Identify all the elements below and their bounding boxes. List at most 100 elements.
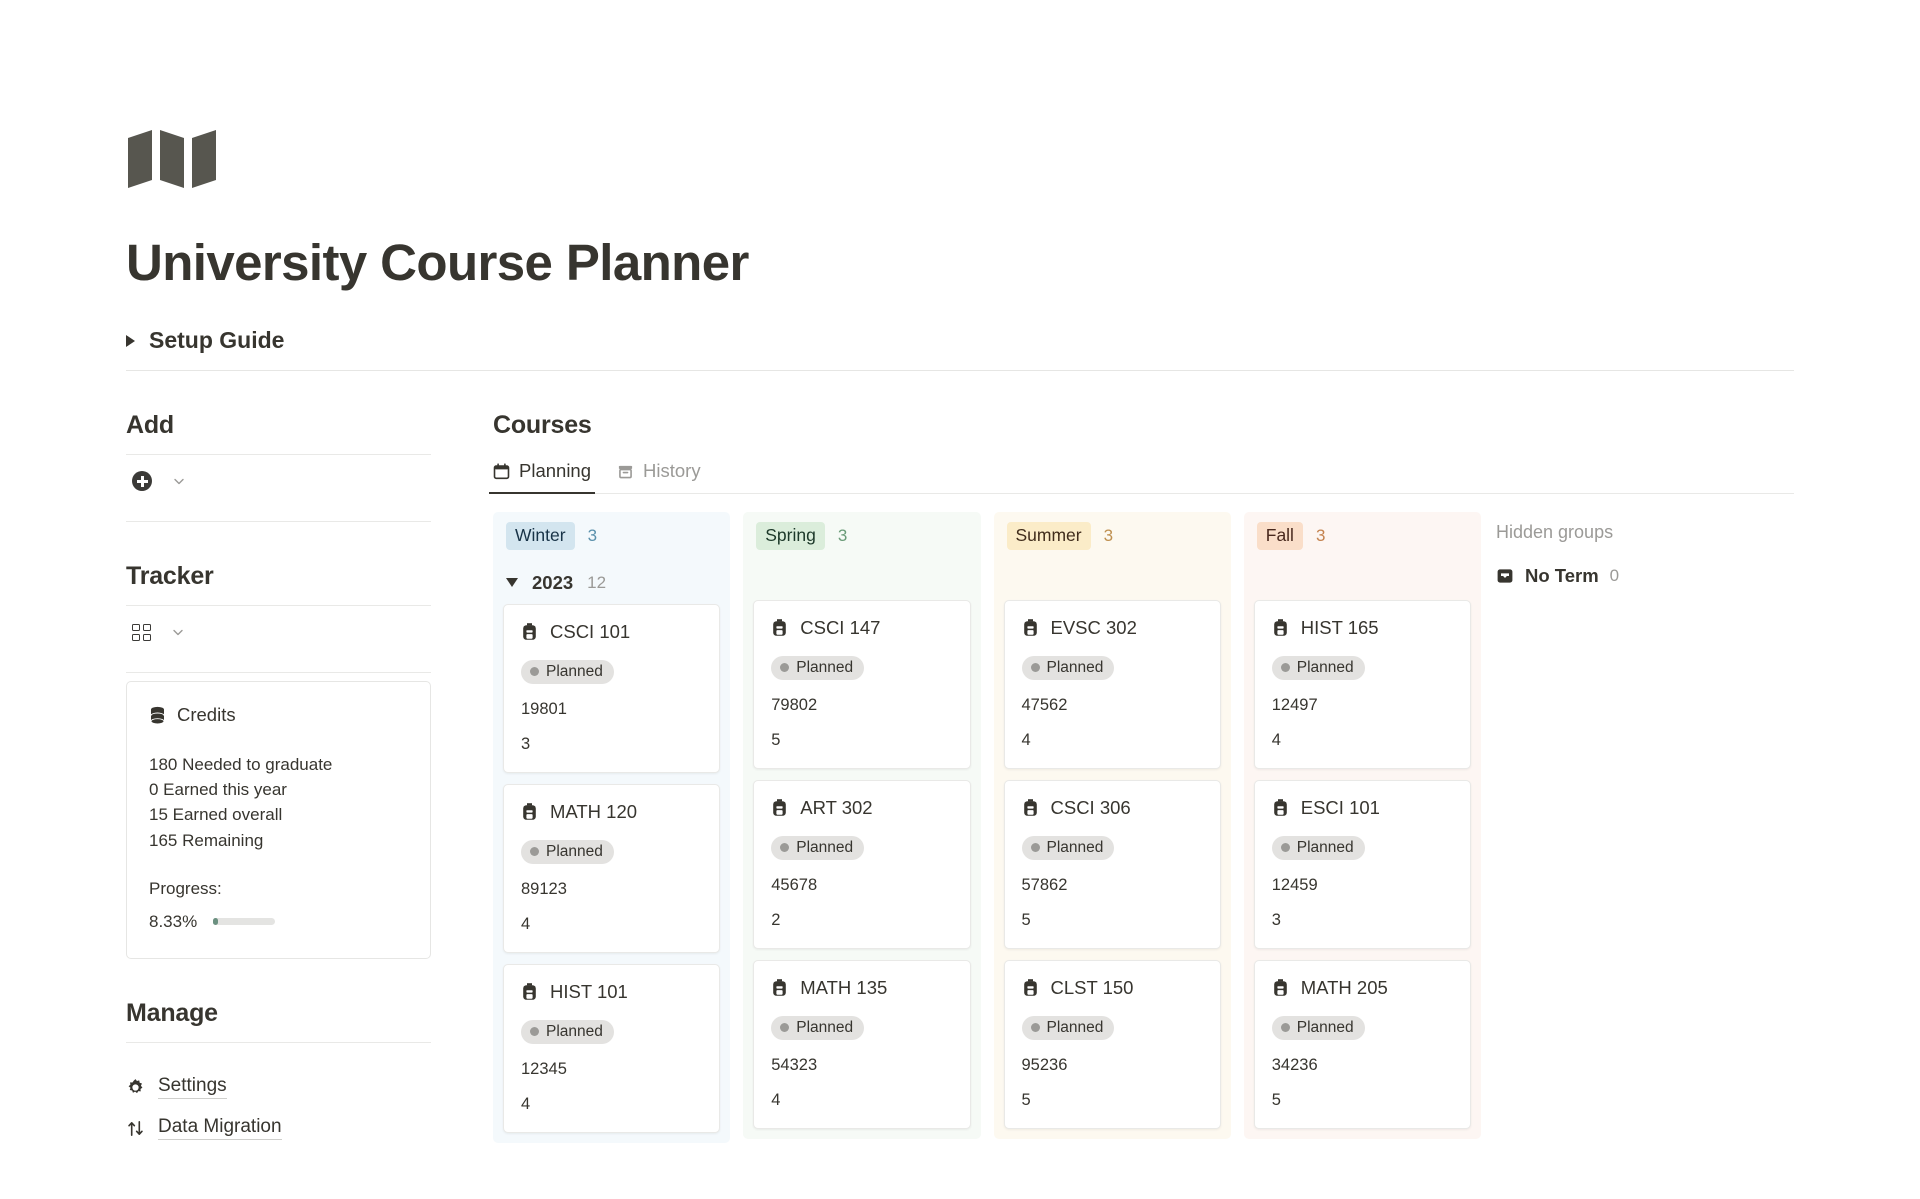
- column-cards: HIST 165 Planned 12497 4 ESCI 101 Planne…: [1244, 599, 1481, 1139]
- group-row-year[interactable]: 2023 12: [493, 560, 730, 604]
- course-card[interactable]: EVSC 302 Planned 47562 4: [1003, 599, 1221, 769]
- status-dot-icon: [1280, 663, 1290, 673]
- course-card-title: CSCI 147: [800, 616, 881, 638]
- tab-planning-label: Planning: [519, 460, 592, 482]
- course-card-title: MATH 205: [1300, 976, 1388, 998]
- status-badge-label: Planned: [1046, 658, 1104, 676]
- backpack-icon: [1023, 979, 1037, 997]
- course-card[interactable]: CSCI 101 Planned 19801 3: [503, 603, 721, 773]
- manage-item-settings[interactable]: Settings: [126, 1067, 431, 1108]
- column-count: 3: [1103, 525, 1114, 545]
- board-column-fall: Fall 3 HIST 165 Planned 12497 4 ESCI 101 …: [1243, 512, 1481, 1139]
- course-card-header: ART 302: [771, 797, 952, 819]
- triangle-right-icon[interactable]: [126, 334, 135, 347]
- credits-summary: 180 Needed to graduate 0 Earned this yea…: [149, 752, 408, 853]
- course-card[interactable]: ESCI 101 Planned 12459 3: [1253, 779, 1471, 949]
- course-card[interactable]: MATH 205 Planned 34236 5: [1253, 959, 1471, 1129]
- course-card[interactable]: MATH 120 Planned 89123 4: [503, 783, 721, 953]
- column-header[interactable]: Winter 3: [493, 512, 730, 560]
- manage-item-label: Settings: [158, 1075, 227, 1100]
- progress-row: 8.33%: [149, 912, 408, 932]
- credits-line: 180 Needed to graduate: [149, 755, 333, 775]
- column-count: 3: [587, 525, 598, 545]
- course-card[interactable]: HIST 101 Planned 12345 4: [503, 963, 721, 1133]
- status-badge-label: Planned: [546, 662, 603, 680]
- course-code: 79802: [771, 695, 818, 714]
- tracker-bottom-divider: [126, 672, 431, 674]
- course-code: 95236: [1021, 1055, 1068, 1074]
- course-code: 12497: [1271, 695, 1318, 714]
- status-badge: Planned: [1021, 835, 1115, 860]
- plus-circle-icon[interactable]: [132, 471, 152, 492]
- manage-section-divider: [126, 1041, 431, 1043]
- credits-card-title: Credits: [177, 704, 236, 726]
- courses-title: Courses: [493, 411, 592, 440]
- group-row-spacer: [1244, 560, 1481, 600]
- board-column-summer: Summer 3 EVSC 302 Planned 47562 4 CSCI 30…: [993, 512, 1231, 1139]
- tab-planning[interactable]: Planning: [488, 460, 596, 495]
- course-code: 34236: [1271, 1055, 1318, 1074]
- setup-guide-toggle[interactable]: Setup Guide: [126, 327, 1794, 370]
- view-tabs: Planning History: [488, 460, 1794, 495]
- credits-line: 0 Earned this year: [149, 780, 287, 800]
- course-code: 89123: [521, 879, 567, 898]
- inbox-icon: [1497, 569, 1513, 583]
- group-count: 12: [587, 572, 607, 592]
- course-card-header: CSCI 101: [521, 621, 702, 643]
- add-controls: [126, 455, 431, 507]
- column-cards: CSCI 147 Planned 79802 5 ART 302 Planned…: [743, 599, 980, 1139]
- column-count: 3: [837, 525, 848, 545]
- status-dot-icon: [1030, 1023, 1040, 1033]
- sidebar-section-add: Add: [126, 411, 431, 523]
- course-card-title: HIST 165: [1300, 616, 1379, 638]
- course-card[interactable]: HIST 165 Planned 12497 4: [1253, 599, 1471, 769]
- main-content: Courses Planning History Winter 3 2023 1…: [488, 411, 1794, 1149]
- course-card[interactable]: MATH 135 Planned 54323 4: [753, 959, 971, 1129]
- triangle-down-icon[interactable]: [506, 578, 518, 588]
- chevron-down-icon[interactable]: [171, 625, 185, 639]
- tab-history[interactable]: History: [617, 460, 701, 494]
- course-card[interactable]: CSCI 147 Planned 79802 5: [753, 599, 971, 769]
- status-badge: Planned: [1271, 835, 1365, 860]
- column-header[interactable]: Fall 3: [1244, 512, 1481, 560]
- status-dot-icon: [1030, 843, 1040, 853]
- course-card[interactable]: CSCI 306 Planned 57862 5: [1003, 779, 1221, 949]
- status-badge-label: Planned: [546, 842, 603, 860]
- status-dot-icon: [780, 843, 790, 853]
- backpack-icon: [1273, 619, 1287, 637]
- status-badge-label: Planned: [546, 1022, 603, 1040]
- backpack-icon: [523, 623, 536, 641]
- tab-history-label: History: [643, 460, 701, 482]
- column-cards: EVSC 302 Planned 47562 4 CSCI 306 Planne…: [994, 599, 1231, 1139]
- course-code: 19801: [521, 699, 567, 718]
- credits-card[interactable]: Credits 180 Needed to graduate 0 Earned …: [126, 681, 431, 959]
- course-card[interactable]: ART 302 Planned 45678 2: [753, 779, 971, 949]
- chevron-down-icon[interactable]: [172, 474, 186, 488]
- gallery-grid-icon[interactable]: [132, 623, 151, 641]
- course-card-header: MATH 120: [521, 801, 702, 823]
- course-card-header: CSCI 147: [771, 617, 952, 639]
- column-cards: CSCI 101 Planned 19801 3 MATH 120 Planne…: [493, 603, 730, 1143]
- add-bottom-divider: [126, 521, 431, 523]
- column-header[interactable]: Spring 3: [743, 512, 980, 560]
- group-year-label: 2023: [532, 571, 574, 593]
- tracker-controls: [126, 606, 431, 658]
- course-code: 12459: [1271, 875, 1318, 894]
- backpack-icon: [1273, 979, 1287, 997]
- backpack-icon: [773, 799, 787, 817]
- course-card-title: MATH 120: [550, 800, 638, 822]
- credits-card-header: Credits: [149, 704, 408, 726]
- course-card[interactable]: CLST 150 Planned 95236 5: [1003, 959, 1221, 1129]
- course-credits: 4: [521, 914, 531, 933]
- manage-item-data-migration[interactable]: Data Migration: [126, 1108, 431, 1149]
- status-badge: Planned: [521, 1019, 614, 1044]
- course-credits: 4: [521, 1094, 531, 1113]
- status-dot-icon: [1280, 1023, 1290, 1033]
- course-code: 47562: [1021, 695, 1068, 714]
- course-card-title: MATH 135: [800, 976, 888, 998]
- manage-section-title: Manage: [126, 998, 218, 1027]
- kanban-board: Winter 3 2023 12 CSCI 101 Planned 19801 3 M…: [493, 512, 1794, 1143]
- gear-icon: [128, 1078, 143, 1093]
- hidden-group-item[interactable]: No Term 0: [1494, 565, 1794, 587]
- column-header[interactable]: Summer 3: [994, 512, 1231, 560]
